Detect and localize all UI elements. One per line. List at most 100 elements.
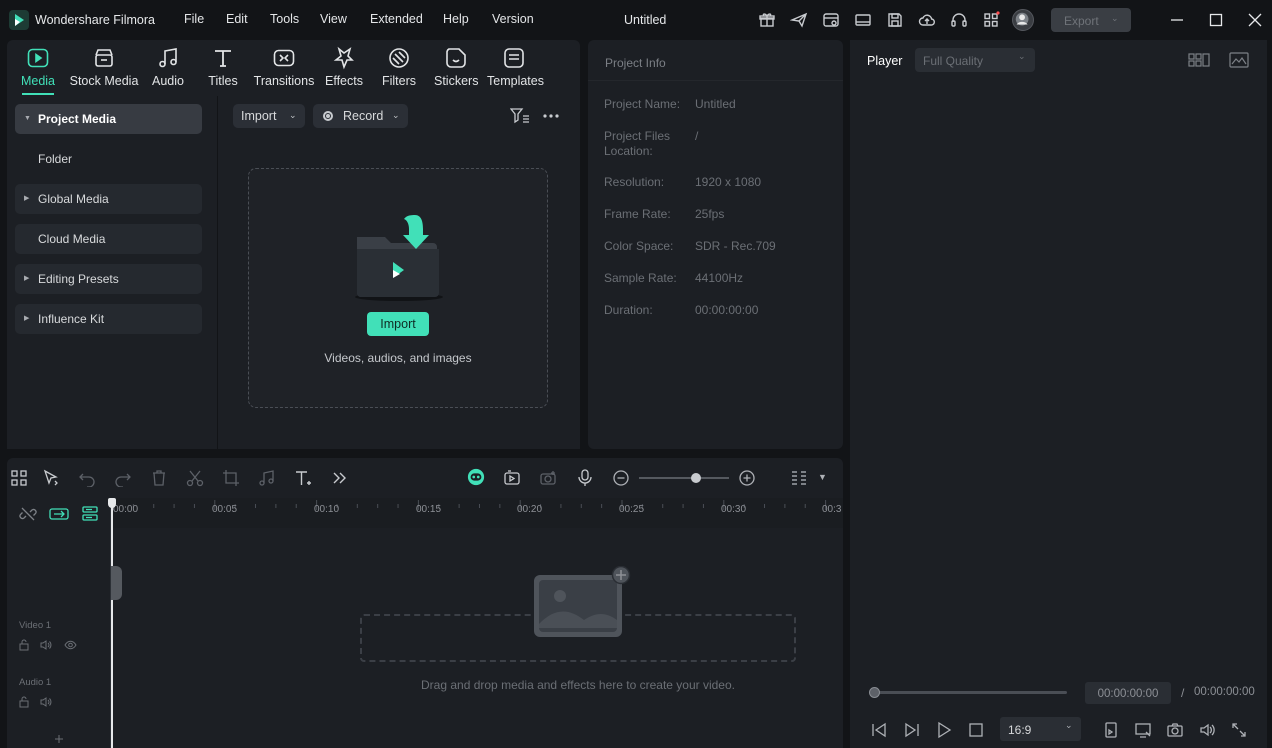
video-snapshot-icon[interactable] bbox=[539, 469, 557, 487]
volume-icon[interactable] bbox=[1198, 721, 1216, 739]
info-label: Sample Rate: bbox=[604, 271, 677, 285]
redo-icon[interactable] bbox=[114, 469, 132, 487]
track-settings-icon[interactable] bbox=[790, 469, 808, 487]
record-dropdown[interactable]: Record ⌄ bbox=[313, 104, 408, 128]
sidebar-item-global-media[interactable]: ▶ Global Media bbox=[15, 184, 202, 214]
gift-icon[interactable] bbox=[758, 11, 776, 29]
more-options-icon[interactable] bbox=[542, 113, 560, 119]
link-clip-icon[interactable] bbox=[49, 505, 69, 523]
track-manage-icon[interactable] bbox=[81, 505, 99, 523]
tab-titles[interactable]: Titles bbox=[205, 46, 241, 88]
add-track-icon[interactable] bbox=[54, 734, 64, 744]
current-time-box[interactable]: 00:00:00:00 bbox=[1085, 682, 1171, 704]
next-frame-icon[interactable] bbox=[903, 721, 921, 739]
import-dropdown[interactable]: Import ⌄ bbox=[233, 104, 305, 128]
menu-view[interactable]: View bbox=[320, 12, 347, 26]
eye-icon[interactable] bbox=[64, 639, 77, 651]
filmora-logo-icon bbox=[9, 10, 29, 30]
cloud-upload-icon[interactable] bbox=[918, 11, 936, 29]
progress-handle[interactable] bbox=[869, 687, 880, 698]
delete-trash-icon[interactable] bbox=[150, 469, 168, 487]
monitor-icon[interactable] bbox=[854, 11, 872, 29]
quality-dropdown[interactable]: Full Quality ⌄ bbox=[915, 48, 1035, 72]
tab-label: Stickers bbox=[434, 74, 479, 88]
tab-stock-media[interactable]: Stock Media bbox=[69, 46, 139, 88]
apps-grid-icon[interactable] bbox=[982, 11, 1000, 29]
tab-effects[interactable]: Effects bbox=[325, 46, 363, 88]
zoom-slider-track[interactable] bbox=[639, 477, 729, 479]
image-scope-icon[interactable] bbox=[1229, 52, 1249, 68]
total-time: 00:00:00:00 bbox=[1194, 686, 1255, 698]
sidebar-item-editing-presets[interactable]: ▶ Editing Presets bbox=[15, 264, 202, 294]
layout-grid-icon[interactable] bbox=[1188, 52, 1210, 68]
tab-label: Stock Media bbox=[69, 74, 139, 88]
speaker-icon[interactable] bbox=[40, 639, 52, 651]
mark-icon[interactable] bbox=[1102, 721, 1120, 739]
lock-icon[interactable] bbox=[18, 696, 30, 708]
playhead[interactable] bbox=[111, 498, 113, 748]
speaker-icon[interactable] bbox=[40, 696, 52, 708]
sidebar-item-project-media[interactable]: ▼ Project Media bbox=[15, 104, 202, 134]
menu-extended[interactable]: Extended bbox=[370, 12, 423, 26]
text-add-icon[interactable] bbox=[294, 469, 312, 487]
import-drop-zone[interactable]: Import Videos, audios, and images bbox=[248, 168, 548, 408]
tab-media[interactable]: Media bbox=[20, 46, 56, 95]
snapshot-camera-icon[interactable] bbox=[1166, 721, 1184, 739]
media-download-icon[interactable] bbox=[822, 11, 840, 29]
lock-icon[interactable] bbox=[18, 639, 30, 651]
aspect-ratio-dropdown[interactable]: 16:9 ⌄ bbox=[1000, 717, 1081, 741]
crop-icon[interactable] bbox=[222, 469, 240, 487]
ai-copilot-icon[interactable] bbox=[467, 468, 487, 488]
zoom-out-icon[interactable] bbox=[612, 469, 630, 487]
progress-track[interactable] bbox=[874, 691, 1067, 694]
tab-transitions[interactable]: Transitions bbox=[253, 46, 315, 88]
send-icon[interactable] bbox=[790, 11, 808, 29]
tab-stickers[interactable]: Stickers bbox=[434, 46, 478, 88]
more-tools-chevron-icon[interactable] bbox=[330, 469, 348, 487]
user-avatar[interactable] bbox=[1012, 9, 1034, 31]
auto-reframe-icon[interactable] bbox=[503, 469, 521, 487]
menu-edit[interactable]: Edit bbox=[226, 12, 248, 26]
sidebar-item-influence-kit[interactable]: ▶ Influence Kit bbox=[15, 304, 202, 334]
minimize-button[interactable] bbox=[1169, 12, 1185, 28]
display-icon[interactable] bbox=[1134, 721, 1152, 739]
save-icon[interactable] bbox=[886, 11, 904, 29]
headset-icon[interactable] bbox=[950, 11, 968, 29]
playhead-handle[interactable] bbox=[108, 498, 116, 508]
chevron-down-icon[interactable]: ▼ bbox=[818, 472, 827, 482]
menu-file[interactable]: File bbox=[184, 12, 204, 26]
track-scroll-handle[interactable] bbox=[111, 566, 122, 600]
layout-grid-icon[interactable] bbox=[10, 469, 28, 487]
import-button[interactable]: Import bbox=[367, 312, 429, 336]
cut-scissors-icon[interactable] bbox=[186, 469, 204, 487]
close-button[interactable] bbox=[1247, 12, 1263, 28]
player-tab[interactable]: Player bbox=[867, 54, 902, 68]
menu-version[interactable]: Version bbox=[492, 12, 534, 26]
media-library-panel: Media Stock Media Audio Titles Transitio… bbox=[7, 40, 580, 449]
play-icon[interactable] bbox=[935, 721, 953, 739]
media-sidebar: ▼ Project Media Folder ▶ Global Media Cl… bbox=[7, 96, 218, 449]
microphone-icon[interactable] bbox=[576, 469, 594, 487]
menu-help[interactable]: Help bbox=[443, 12, 469, 26]
info-value: 1920 x 1080 bbox=[695, 175, 762, 189]
zoom-in-icon[interactable] bbox=[738, 469, 756, 487]
stop-icon[interactable] bbox=[967, 721, 985, 739]
tab-audio[interactable]: Audio bbox=[151, 46, 185, 88]
undo-icon[interactable] bbox=[78, 469, 96, 487]
sidebar-item-cloud-media[interactable]: Cloud Media bbox=[15, 224, 202, 254]
fullscreen-icon[interactable] bbox=[1230, 721, 1248, 739]
export-button[interactable]: Export ⌄ bbox=[1051, 8, 1131, 32]
maximize-button[interactable] bbox=[1208, 12, 1224, 28]
tab-filters[interactable]: Filters bbox=[381, 46, 417, 88]
unlink-icon[interactable] bbox=[19, 505, 37, 523]
record-dropdown-label: Record bbox=[343, 109, 384, 123]
filter-sort-icon[interactable] bbox=[510, 107, 530, 125]
zoom-slider-handle[interactable] bbox=[690, 473, 701, 483]
tab-templates[interactable]: Templates bbox=[487, 46, 544, 88]
app-name: Wondershare Filmora bbox=[35, 13, 155, 27]
previous-frame-icon[interactable] bbox=[870, 721, 888, 739]
menu-tools[interactable]: Tools bbox=[270, 12, 299, 26]
sidebar-item-folder[interactable]: Folder bbox=[15, 144, 202, 174]
select-cursor-icon[interactable] bbox=[42, 469, 60, 487]
audio-edit-icon[interactable] bbox=[258, 469, 276, 487]
